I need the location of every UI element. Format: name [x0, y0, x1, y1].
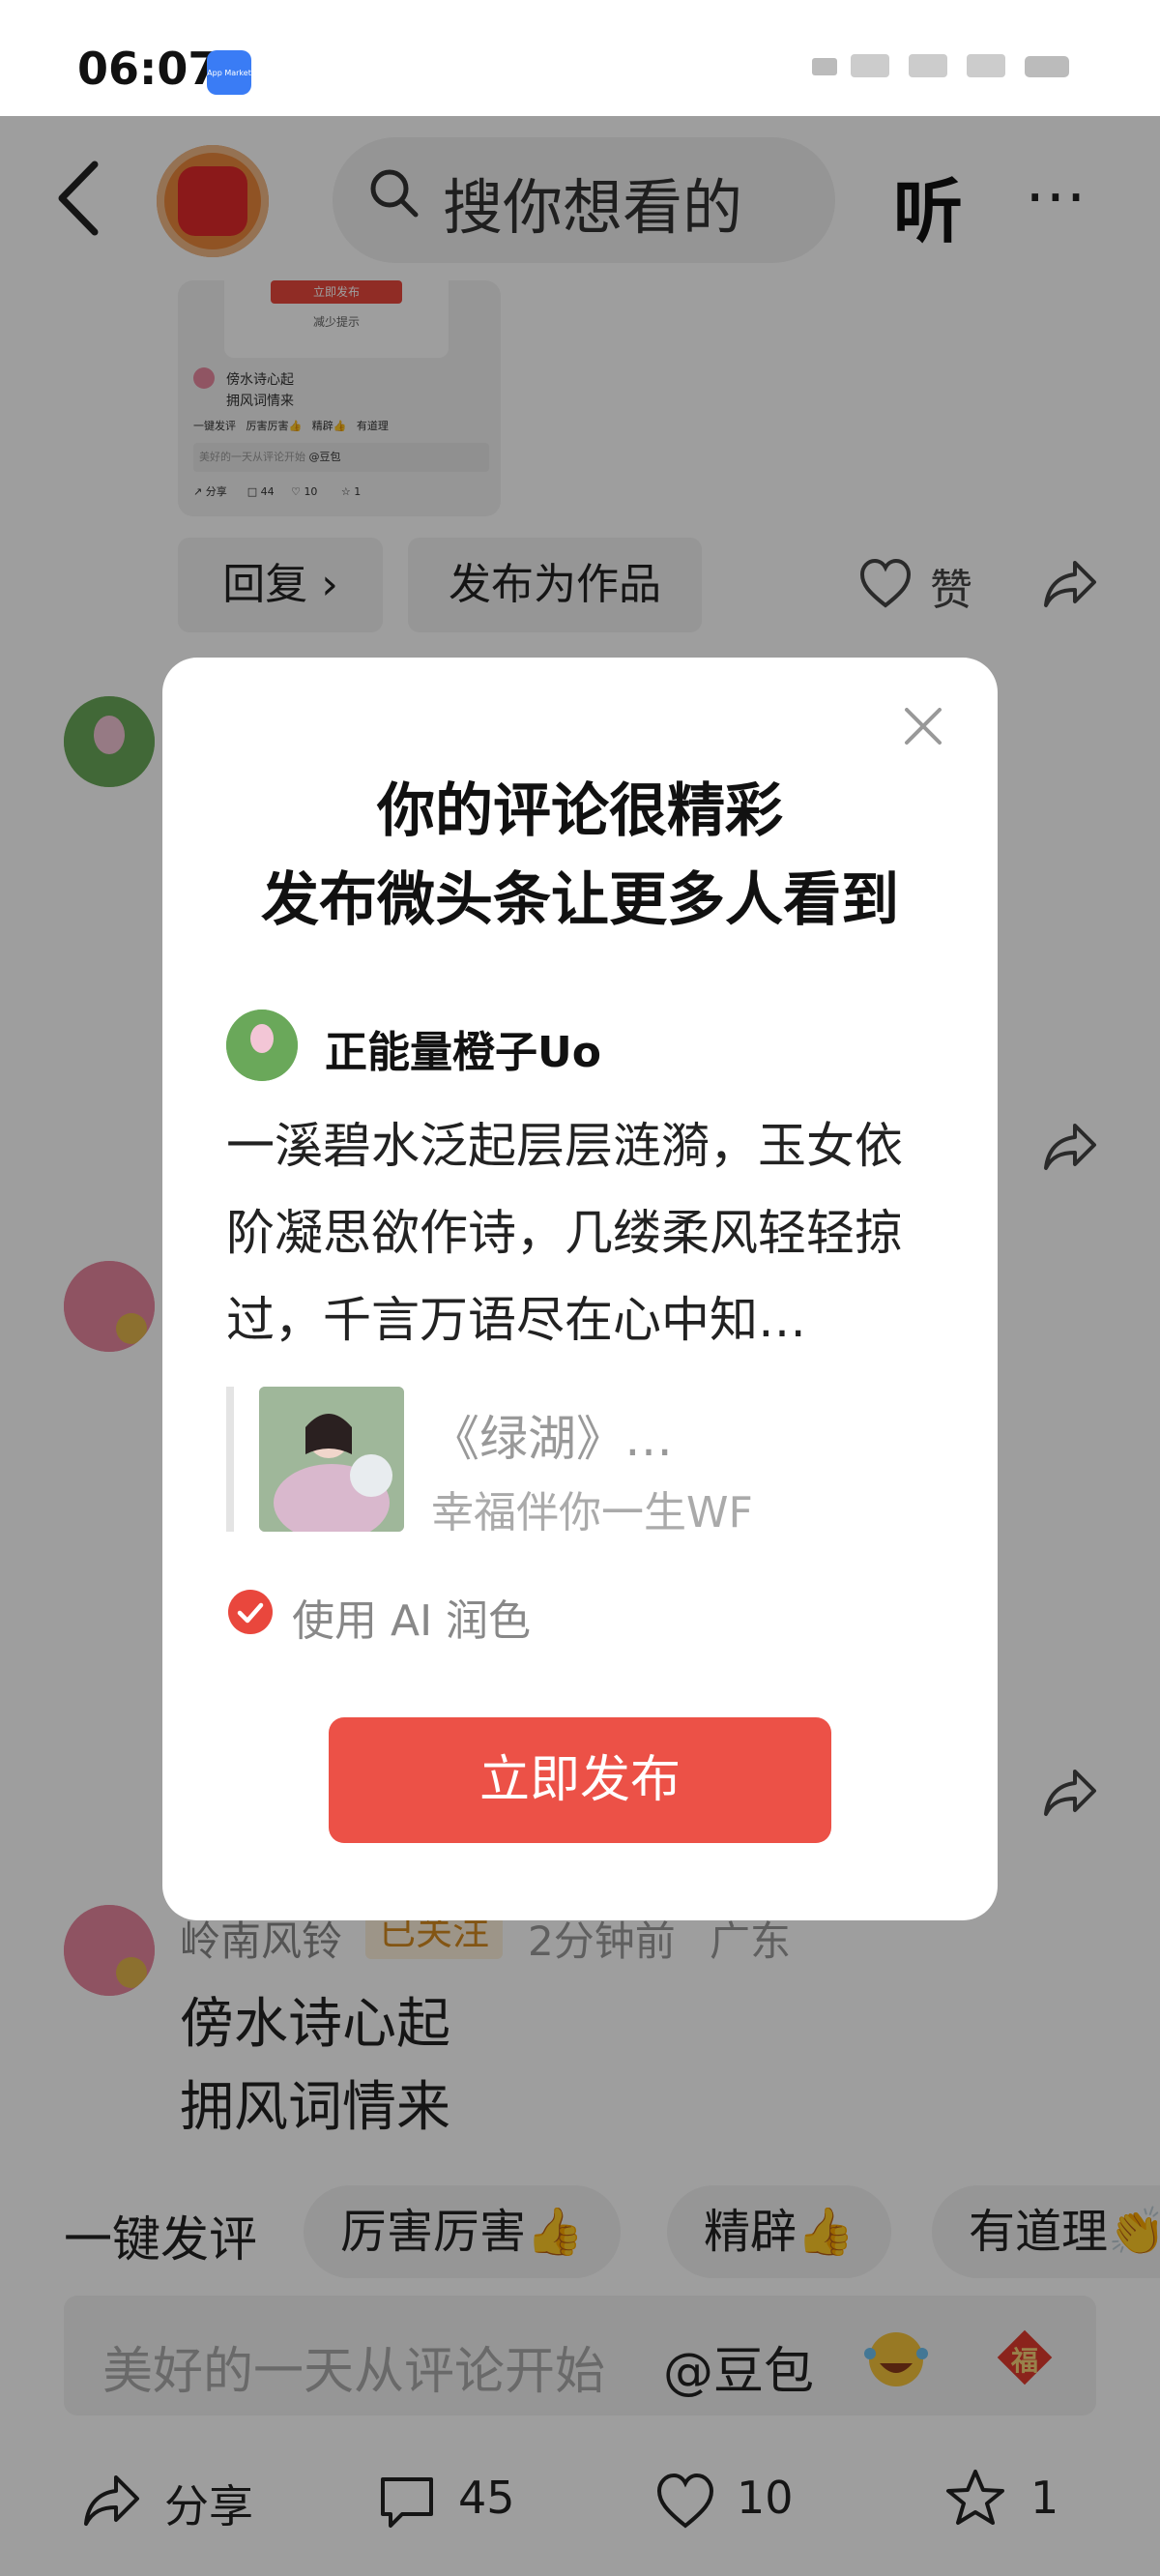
close-icon[interactable]: [899, 702, 947, 750]
quoted-article-author: 幸福伴你一生WF: [431, 1488, 753, 1537]
quoted-article-title: 《绿湖》…: [431, 1411, 673, 1467]
publish-now-button[interactable]: 立即发布: [329, 1717, 831, 1843]
comment-body: 一溪碧水泛起层层涟漪，玉女依阶凝思欲作诗，几缕柔风轻轻掠过，千言万语尽在心中知…: [226, 1118, 903, 1348]
ai-polish-checkbox[interactable]: [228, 1590, 273, 1634]
app-badge-text: App Market: [207, 69, 251, 77]
author-name: 正能量橙子Uo: [325, 1028, 601, 1077]
author-avatar: [226, 1010, 298, 1081]
dialog-title: 你的评论很精彩: [377, 777, 783, 845]
check-icon: [237, 1602, 264, 1624]
ai-polish-label[interactable]: 使用 AI 润色: [292, 1586, 531, 1648]
app-market-icon: App Market: [207, 50, 251, 95]
quote-bar: [226, 1387, 234, 1532]
dialog-subtitle: 发布微头条让更多人看到: [261, 866, 899, 934]
status-time: 06:07: [77, 43, 219, 95]
quoted-article-image: [259, 1387, 404, 1532]
system-icons: [793, 46, 1083, 85]
lotus-avatar-icon: [226, 1010, 298, 1081]
